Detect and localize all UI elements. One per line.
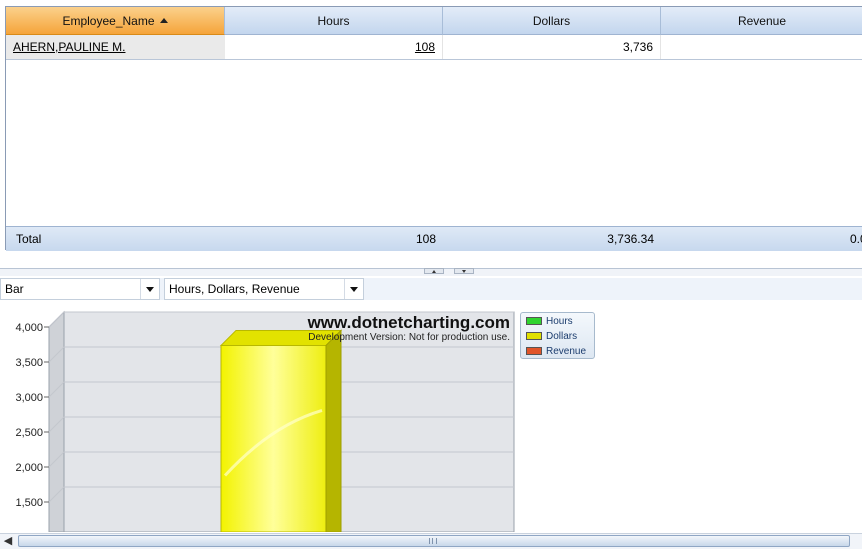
sort-ascending-icon [159, 18, 168, 23]
column-header-label: Dollars [532, 14, 571, 28]
y-tick-label: 3,000 [15, 392, 43, 404]
chart-toolbar: Bar Hours, Dollars, Revenue [0, 278, 862, 300]
chart-area: 4,000 3,500 3,000 2,500 2,000 1,500 www.dotne… [0, 300, 862, 533]
column-header-hours[interactable]: Hours [225, 7, 443, 35]
column-header-label: Hours [317, 14, 350, 28]
chart-legend: Hours Dollars Revenue [520, 312, 595, 359]
y-tick-label: 2,500 [15, 427, 43, 439]
y-tick-label: 1,500 [15, 497, 43, 509]
total-hours: 108 [415, 232, 436, 246]
plot-side-wall [48, 310, 65, 533]
legend-label: Revenue [546, 346, 587, 357]
revenue-cell [661, 35, 862, 59]
legend-swatch [526, 332, 542, 340]
data-grid: Employee_Name Hours Dollars Revenue AHER… [5, 6, 862, 251]
column-header-revenue[interactable]: Revenue [661, 7, 862, 35]
chevron-down-icon[interactable] [140, 279, 159, 299]
y-tick-label: 4,000 [15, 322, 43, 334]
bar-chart: 4,000 3,500 3,000 2,500 2,000 1,500 www.dotne… [15, 310, 515, 533]
grip-icon [429, 538, 437, 544]
legend-label: Hours [546, 316, 573, 327]
total-label: Total [16, 232, 42, 246]
column-header-employee-name[interactable]: Employee_Name [6, 7, 225, 35]
column-header-dollars[interactable]: Dollars [443, 7, 661, 35]
series-select-value: Hours, Dollars, Revenue [169, 282, 300, 296]
total-row: Total 108 3,736.34 0.0 [6, 226, 862, 251]
y-tick-label: 3,500 [15, 357, 43, 369]
column-header-label: Revenue [737, 14, 787, 28]
chart-type-select[interactable]: Bar [0, 278, 160, 300]
legend-label: Dollars [546, 331, 578, 342]
dollars-cell: 3,736 [443, 35, 661, 59]
total-revenue: 0.0 [850, 232, 862, 246]
total-dollars: 3,736.34 [607, 232, 654, 246]
scrollbar-thumb[interactable] [18, 535, 850, 547]
grid-header: Employee_Name Hours Dollars Revenue [6, 7, 862, 35]
collapse-down-icon[interactable] [454, 268, 474, 274]
column-header-label: Employee_Name [62, 14, 155, 28]
legend-item-revenue: Revenue [526, 346, 586, 358]
legend-item-dollars: Dollars [526, 331, 577, 343]
chevron-down-icon[interactable] [344, 279, 363, 299]
y-tick-label: 2,000 [15, 462, 43, 474]
legend-swatch [526, 317, 542, 325]
legend-item-hours: Hours [526, 316, 573, 328]
chart-type-value: Bar [5, 282, 24, 296]
scroll-left-icon[interactable]: ◀ [0, 534, 16, 549]
watermark-title: www.dotnetcharting.com [307, 313, 510, 332]
watermark-subtitle: Development Version: Not for production … [308, 332, 510, 343]
panel-splitter[interactable] [0, 268, 862, 276]
collapse-up-icon[interactable] [424, 268, 444, 274]
employee-name-link[interactable]: AHERN,PAULINE M. [6, 35, 225, 59]
legend-swatch [526, 347, 542, 355]
hours-link[interactable]: 108 [225, 35, 443, 59]
horizontal-scrollbar[interactable]: ◀ [0, 533, 862, 549]
table-row: AHERN,PAULINE M. 108 3,736 [6, 35, 862, 60]
bar-dollars-side [325, 329, 342, 533]
series-select[interactable]: Hours, Dollars, Revenue [164, 278, 364, 300]
bar-dollars [220, 344, 327, 533]
